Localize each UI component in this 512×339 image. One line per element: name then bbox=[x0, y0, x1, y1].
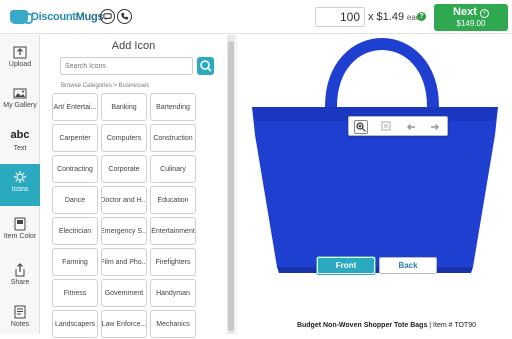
search-icon bbox=[200, 60, 212, 72]
tool-share[interactable]: Share bbox=[0, 257, 40, 297]
unit-price: x $1.49 each bbox=[368, 11, 425, 23]
share-icon bbox=[15, 263, 25, 277]
category-film-and-pho[interactable]: Film and Pho... bbox=[101, 248, 147, 276]
add-icon-panel: Add Icon Browse Categories > Businesses … bbox=[41, 35, 226, 338]
tool-notes[interactable]: Notes bbox=[0, 299, 40, 339]
redo-icon[interactable] bbox=[428, 120, 442, 134]
next-total: $149.00 bbox=[456, 19, 486, 28]
logo-text: DiscountMugs bbox=[31, 11, 104, 23]
back-view-button[interactable]: Back bbox=[379, 257, 437, 274]
scroll-thumb[interactable] bbox=[228, 41, 234, 331]
notes-icon bbox=[14, 305, 26, 319]
tool-sidebar: Upload My Gallery abc Text Icons Item Co… bbox=[0, 35, 40, 334]
category-fitness[interactable]: Fitness bbox=[52, 279, 98, 307]
info-icon[interactable]: ? bbox=[417, 12, 426, 21]
tool-icons[interactable]: Icons bbox=[0, 164, 40, 206]
zoom-toolbar bbox=[348, 116, 448, 136]
category-emergency-s[interactable]: Emergency S... bbox=[101, 217, 147, 245]
tote-bag-image[interactable] bbox=[237, 35, 512, 295]
category-banking[interactable]: Banking bbox=[101, 93, 147, 121]
category-education[interactable]: Education bbox=[150, 186, 196, 214]
zoom-in-icon[interactable] bbox=[354, 120, 368, 134]
panel-scrollbar[interactable] bbox=[227, 35, 235, 334]
search-input[interactable] bbox=[60, 57, 193, 75]
tool-text[interactable]: abc Text bbox=[0, 123, 40, 163]
category-culinary[interactable]: Culinary bbox=[150, 155, 196, 183]
upload-icon bbox=[13, 46, 27, 59]
category-construction[interactable]: Construction bbox=[150, 124, 196, 152]
category-contracting[interactable]: Contracting bbox=[52, 155, 98, 183]
chat-icon[interactable] bbox=[100, 9, 115, 24]
category-doctor-and-h[interactable]: Doctor and H... bbox=[101, 186, 147, 214]
icon-search bbox=[60, 57, 234, 75]
category-bartending[interactable]: Bartending bbox=[150, 93, 196, 121]
next-button[interactable]: Next › $149.00 bbox=[434, 4, 508, 31]
search-button[interactable] bbox=[197, 57, 214, 75]
logo[interactable]: DiscountMugs bbox=[10, 9, 103, 25]
icons-icon bbox=[14, 171, 26, 183]
category-art-entertai[interactable]: Art/ Entertai... bbox=[52, 93, 98, 121]
category-handyman[interactable]: Handyman bbox=[150, 279, 196, 307]
quantity-input[interactable]: 100 bbox=[315, 7, 365, 27]
mug-logo-icon bbox=[10, 10, 33, 24]
gallery-icon bbox=[13, 88, 27, 99]
chevron-right-icon: › bbox=[479, 9, 489, 18]
category-farming[interactable]: Farming bbox=[52, 248, 98, 276]
tool-item-color[interactable]: Item Color bbox=[0, 211, 40, 251]
category-government[interactable]: Government bbox=[101, 279, 147, 307]
design-canvas bbox=[236, 35, 512, 334]
category-dance[interactable]: Dance bbox=[52, 186, 98, 214]
category-computers[interactable]: Computers bbox=[101, 124, 147, 152]
tool-upload[interactable]: Upload bbox=[0, 39, 40, 79]
category-firefighters[interactable]: Firefighters bbox=[150, 248, 196, 276]
tool-my-gallery[interactable]: My Gallery bbox=[0, 80, 40, 120]
text-icon: abc bbox=[10, 129, 30, 141]
category-carpenter[interactable]: Carpenter bbox=[52, 124, 98, 152]
phone-icon[interactable] bbox=[117, 9, 132, 24]
front-view-button[interactable]: Front bbox=[317, 257, 375, 274]
top-bar: DiscountMugs 100 x $1.49 each ? Next › $… bbox=[0, 0, 512, 34]
product-title: Budget Non-Woven Shopper Tote Bags | Ite… bbox=[296, 322, 476, 329]
layers-icon[interactable] bbox=[379, 120, 393, 134]
panel-title: Add Icon bbox=[111, 40, 156, 52]
breadcrumb[interactable]: Browse Categories > Businesses bbox=[61, 83, 149, 89]
category-corporate[interactable]: Corporate bbox=[101, 155, 147, 183]
item-color-icon bbox=[14, 217, 26, 231]
category-entertainment[interactable]: Entertainment bbox=[150, 217, 196, 245]
category-electrician[interactable]: Electrician bbox=[52, 217, 98, 245]
undo-icon[interactable] bbox=[404, 120, 418, 134]
